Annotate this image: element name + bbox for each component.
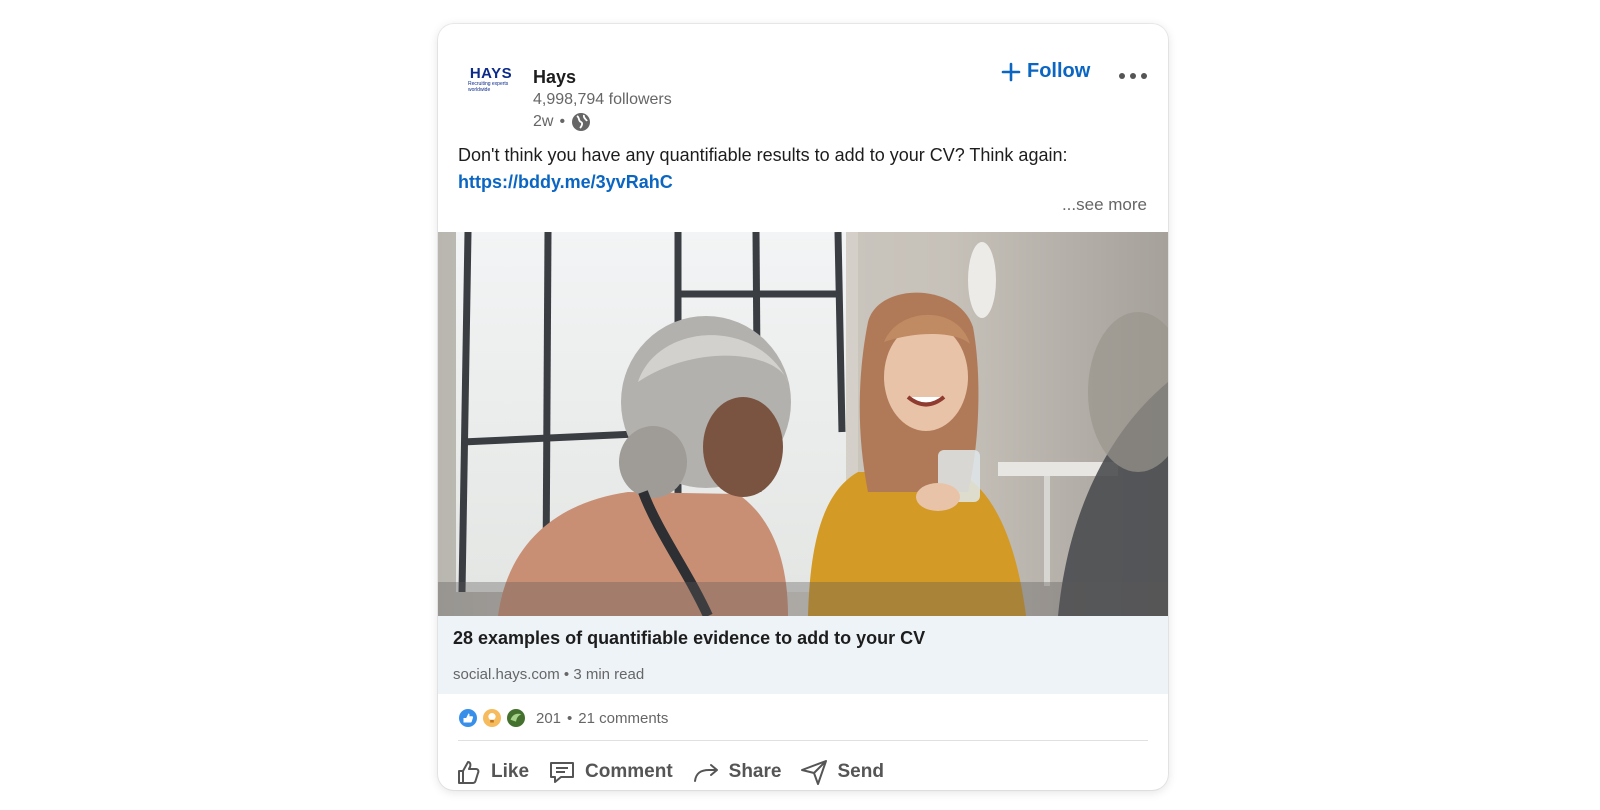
article-meta[interactable]: 28 examples of quantifiable evidence to … xyxy=(438,616,1168,694)
logo-wordmark: HAYS xyxy=(469,64,513,82)
like-label: Like xyxy=(491,761,530,782)
follow-label: Follow xyxy=(1027,60,1091,82)
post-meta: 2w • xyxy=(533,112,591,132)
more-options-button[interactable] xyxy=(1116,64,1150,88)
post-time: 2w xyxy=(533,113,554,130)
company-logo[interactable]: HAYS Recruiting experts worldwide xyxy=(460,54,522,104)
share-label: Share xyxy=(728,761,782,782)
like-button[interactable]: Like xyxy=(453,757,529,787)
author-name[interactable]: Hays xyxy=(533,67,576,88)
globe-icon xyxy=(571,112,591,132)
reaction-icons xyxy=(458,708,530,728)
send-button[interactable]: Send xyxy=(799,757,884,787)
logo-tagline: Recruiting experts worldwide xyxy=(468,80,509,93)
plus-icon xyxy=(1001,62,1021,81)
social-separator: • xyxy=(567,709,573,727)
article-title[interactable]: 28 examples of quantifiable evidence to … xyxy=(453,628,925,649)
see-more-button[interactable]: ...see more xyxy=(1062,195,1147,215)
divider xyxy=(458,740,1148,741)
follow-button[interactable]: Follow xyxy=(1001,60,1090,83)
comment-label: Comment xyxy=(585,761,673,782)
post-text: Don't think you have any quantifiable re… xyxy=(458,145,1068,165)
post-card: HAYS Recruiting experts worldwide Hays 4… xyxy=(438,24,1168,790)
comment-icon xyxy=(550,762,575,783)
send-label: Send xyxy=(837,761,884,782)
article-source-line: social.hays.com • 3 min read xyxy=(453,666,644,683)
article-read-time: 3 min read xyxy=(573,666,645,683)
follower-count: 4,998,794 followers xyxy=(533,91,672,108)
article-image[interactable] xyxy=(438,232,1168,616)
reaction-count[interactable]: 201 xyxy=(536,710,561,727)
social-counts[interactable]: 201 • 21 comments xyxy=(458,706,668,730)
post-link[interactable]: https://bddy.me/3yvRahC xyxy=(458,172,673,192)
post-header: HAYS Recruiting experts worldwide Hays 4… xyxy=(438,24,1168,131)
article-separator: • xyxy=(563,666,570,683)
ellipsis-icon xyxy=(1119,73,1147,79)
article-source: social.hays.com xyxy=(453,666,560,683)
article-photo xyxy=(438,232,1168,616)
thumbs-up-icon xyxy=(458,761,480,784)
post-actions: Like Comment Share Send xyxy=(453,752,902,790)
comments-count[interactable]: 21 comments xyxy=(578,710,668,727)
post-body: Don't think you have any quantifiable re… xyxy=(458,142,1148,196)
send-icon xyxy=(801,760,828,785)
comment-button[interactable]: Comment xyxy=(547,757,673,787)
support-icon xyxy=(506,708,526,728)
share-button[interactable]: Share xyxy=(691,757,782,787)
meta-separator: • xyxy=(559,113,566,130)
share-icon xyxy=(693,764,718,782)
insightful-icon xyxy=(482,708,502,728)
like-icon xyxy=(458,708,478,728)
